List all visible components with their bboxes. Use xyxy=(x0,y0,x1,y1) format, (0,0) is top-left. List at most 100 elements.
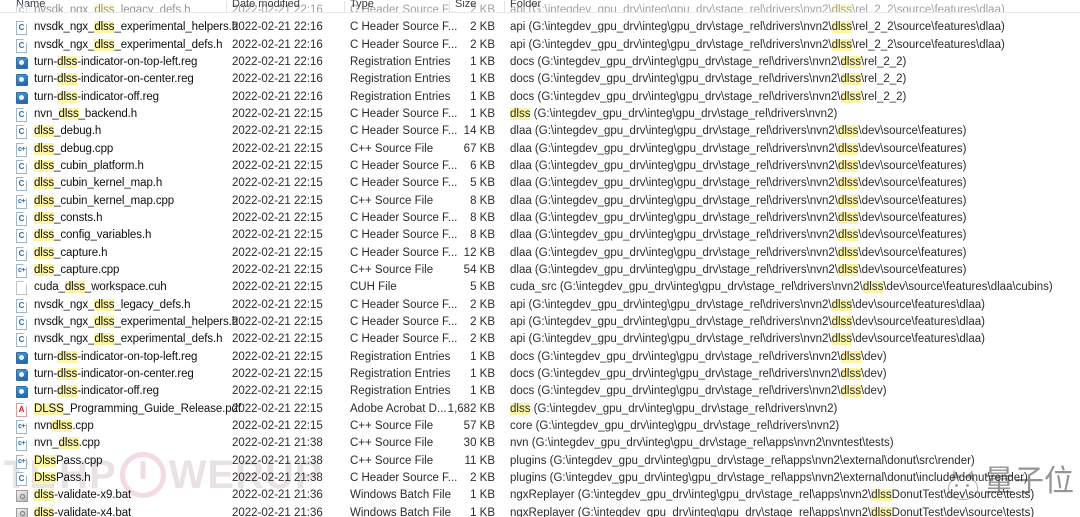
table-row[interactable]: Cnvn_dlss_backend.h 2022-02-21 22:15 C Hea… xyxy=(0,106,1080,123)
folder-path-cell[interactable]: docs (G:\integdev_gpu_drv\integ\gpu_drv\… xyxy=(510,350,887,363)
date-modified-cell: 2022-02-21 22:16 xyxy=(232,90,323,103)
file-name-cell[interactable]: dlss_capture.cpp xyxy=(34,263,119,276)
folder-path-cell[interactable]: nvn (G:\integdev_gpu_drv\integ\gpu_drv\s… xyxy=(510,437,894,449)
file-name-cell[interactable]: DLSS_Programming_Guide_Release.pdf xyxy=(34,402,241,415)
table-row[interactable]: Cnvsdk_ngx_dlss_experimental_defs.h 2022-… xyxy=(0,331,1080,348)
file-name-cell[interactable]: dlss_cubin_platform.h xyxy=(34,159,144,172)
file-name-cell[interactable]: nvsdk_ngx_dlss_experimental_defs.h xyxy=(34,333,223,346)
file-size-cell: 2 KB xyxy=(470,315,495,328)
table-row[interactable]: C DlssPass.h 2022-02-21 21:38 C Header Sour… xyxy=(0,470,1080,487)
folder-path-cell[interactable]: ngxReplayer (G:\integdev_gpu_drv\integ\g… xyxy=(510,489,1034,502)
table-row[interactable]: turn-dlss-indicator-off.reg 2022-02-21 22… xyxy=(0,383,1080,400)
table-row[interactable]: Cdlss_debug.h 2022-02-21 22:15 C Header So… xyxy=(0,123,1080,140)
file-name-cell[interactable]: dlss-validate-x4.bat xyxy=(34,506,131,517)
file-name-cell[interactable]: DlssPass.h xyxy=(34,471,91,484)
file-name-cell[interactable]: dlss_debug.h xyxy=(34,125,101,138)
folder-path-cell[interactable]: dlaa (G:\integdev_gpu_drv\integ\gpu_drv\… xyxy=(510,177,966,190)
date-modified-cell: 2022-02-21 22:16 xyxy=(232,4,323,16)
folder-path-cell[interactable]: docs (G:\integdev_gpu_drv\integ\gpu_drv\… xyxy=(510,73,906,86)
folder-path-cell[interactable]: dlaa (G:\integdev_gpu_drv\integ\gpu_drv\… xyxy=(510,159,966,172)
folder-path-cell[interactable]: docs (G:\integdev_gpu_drv\integ\gpu_drv\… xyxy=(510,90,906,103)
table-row[interactable]: turn-dlss-indicator-on-top-left.reg 2022-… xyxy=(0,54,1080,71)
file-name-cell[interactable]: turn-dlss-indicator-on-center.reg xyxy=(34,367,194,380)
table-row[interactable]: Cdlss_config_variables.h 2022-02-21 22:15… xyxy=(0,227,1080,244)
folder-path-cell[interactable]: dlaa (G:\integdev_gpu_drv\integ\gpu_drv\… xyxy=(510,125,966,138)
folder-path-cell[interactable]: api (G:\integdev_gpu_drv\integ\gpu_drv\s… xyxy=(510,38,1005,51)
folder-path-cell[interactable]: docs (G:\integdev_gpu_drv\integ\gpu_drv\… xyxy=(510,385,887,398)
table-row[interactable]: dlss-validate-x4.bat 2022-02-21 21:36 Wind… xyxy=(0,505,1080,517)
file-name-cell[interactable]: dlss-validate-x9.bat xyxy=(34,489,131,502)
table-row[interactable]: Cdlss_cubin_platform.h 2022-02-21 22:15 C … xyxy=(0,158,1080,175)
file-name-cell[interactable]: turn-dlss-indicator-off.reg xyxy=(34,90,159,103)
file-name-cell[interactable]: dlss_cubin_kernel_map.cpp xyxy=(34,194,174,207)
table-row[interactable]: c+ nvndlss.cpp 2022-02-21 22:15 C++ Source … xyxy=(0,418,1080,435)
table-row[interactable]: c+ dlss_capture.cpp 2022-02-21 22:15 C++ So… xyxy=(0,262,1080,279)
table-row[interactable]: turn-dlss-indicator-off.reg 2022-02-21 22… xyxy=(0,89,1080,106)
folder-path-cell[interactable]: api (G:\integdev_gpu_drv\integ\gpu_drv\s… xyxy=(510,21,1005,34)
table-row[interactable]: c+ dlss_debug.cpp 2022-02-21 22:15 C++ Sour… xyxy=(0,141,1080,158)
folder-path-cell[interactable]: api (G:\integdev_gpu_drv\integ\gpu_drv\s… xyxy=(510,315,985,328)
folder-path-cell[interactable]: docs (G:\integdev_gpu_drv\integ\gpu_drv\… xyxy=(510,367,887,380)
file-name-cell[interactable]: dlss_consts.h xyxy=(34,211,102,224)
file-name-cell[interactable]: dlss_debug.cpp xyxy=(34,142,113,155)
file-name-cell[interactable]: nvsdk_ngx_dlss_experimental_helpers.h xyxy=(34,21,238,34)
file-name-cell[interactable]: cuda_dlss_workspace.cuh xyxy=(34,281,167,294)
file-name-cell[interactable]: turn-dlss-indicator-on-center.reg xyxy=(34,73,194,86)
table-row[interactable]: Cnvsdk_ngx_dlss_legacy_defs.h 2022-02-21 … xyxy=(0,2,1080,16)
file-name-cell[interactable]: nvsdk_ngx_dlss_experimental_helpers.h xyxy=(34,315,238,328)
folder-path-cell[interactable]: dlaa (G:\integdev_gpu_drv\integ\gpu_drv\… xyxy=(510,263,966,276)
file-name-cell[interactable]: turn-dlss-indicator-off.reg xyxy=(34,385,159,398)
folder-path-cell[interactable]: plugins (G:\integdev_gpu_drv\integ\gpu_d… xyxy=(510,472,1028,484)
table-row[interactable]: Cnvsdk_ngx_dlss_experimental_helpers.h 20… xyxy=(0,19,1080,36)
folder-path-cell[interactable]: dlss (G:\integdev_gpu_drv\integ\gpu_drv\… xyxy=(510,107,837,120)
c-header-file-icon: C xyxy=(16,177,29,192)
folder-path-cell[interactable]: cuda_src (G:\integdev_gpu_drv\integ\gpu_… xyxy=(510,281,1053,294)
file-size-cell: 1,682 KB xyxy=(447,402,495,415)
table-row[interactable]: dlss-validate-x9.bat 2022-02-21 21:36 Wind… xyxy=(0,487,1080,504)
table-row[interactable]: Cdlss_cubin_kernel_map.h 2022-02-21 22:15… xyxy=(0,175,1080,192)
table-row[interactable]: turn-dlss-indicator-on-top-left.reg 2022-… xyxy=(0,349,1080,366)
file-name-cell[interactable]: nvsdk_ngx_dlss_legacy_defs.h xyxy=(34,298,191,311)
table-row[interactable]: Cnvsdk_ngx_dlss_experimental_defs.h 2022-… xyxy=(0,37,1080,54)
table-row[interactable]: c+ DlssPass.cpp 2022-02-21 21:38 C++ Source… xyxy=(0,453,1080,470)
table-row[interactable]: A DLSS_Programming_Guide_Release.pdf 2022-… xyxy=(0,401,1080,418)
folder-path-cell[interactable]: api (G:\integdev_gpu_drv\integ\gpu_drv\s… xyxy=(510,298,985,311)
file-name-cell[interactable]: nvn_dlss.cpp xyxy=(34,437,100,450)
folder-path-cell[interactable]: dlaa (G:\integdev_gpu_drv\integ\gpu_drv\… xyxy=(510,142,966,155)
file-name-cell[interactable]: turn-dlss-indicator-on-top-left.reg xyxy=(34,350,197,363)
table-row[interactable]: turn-dlss-indicator-on-center.reg 2022-02… xyxy=(0,71,1080,88)
folder-path-cell[interactable]: ngxReplayer (G:\integdev_gpu_drv\integ\g… xyxy=(510,506,1034,517)
file-name-cell[interactable]: dlss_cubin_kernel_map.h xyxy=(34,177,162,190)
folder-path-cell[interactable]: dlaa (G:\integdev_gpu_drv\integ\gpu_drv\… xyxy=(510,211,966,224)
folder-path-cell[interactable]: api (G:\integdev_gpu_drv\integ\gpu_drv\s… xyxy=(510,333,985,346)
folder-path-cell[interactable]: dlaa (G:\integdev_gpu_drv\integ\gpu_drv\… xyxy=(510,246,966,259)
file-name-cell[interactable]: nvndlss.cpp xyxy=(34,419,94,432)
date-modified-cell: 2022-02-21 21:38 xyxy=(232,471,323,484)
table-row[interactable]: Cdlss_consts.h 2022-02-21 22:15 C Header S… xyxy=(0,210,1080,227)
table-row[interactable]: Cnvsdk_ngx_dlss_experimental_helpers.h 20… xyxy=(0,314,1080,331)
folder-path-cell[interactable]: dlaa (G:\integdev_gpu_drv\integ\gpu_drv\… xyxy=(510,194,966,207)
file-name-cell[interactable]: nvsdk_ngx_dlss_experimental_defs.h xyxy=(34,38,223,51)
table-row[interactable]: Cdlss_capture.h 2022-02-21 22:15 C Header … xyxy=(0,245,1080,262)
folder-path-cell[interactable]: dlaa (G:\integdev_gpu_drv\integ\gpu_drv\… xyxy=(510,229,966,242)
folder-path-cell[interactable]: docs (G:\integdev_gpu_drv\integ\gpu_drv\… xyxy=(510,55,906,68)
date-modified-cell: 2022-02-21 22:16 xyxy=(232,55,323,68)
file-name-cell[interactable]: nvn_dlss_backend.h xyxy=(34,107,137,120)
table-row[interactable]: turn-dlss-indicator-on-center.reg 2022-02… xyxy=(0,366,1080,383)
table-row[interactable]: c+ nvn_dlss.cpp 2022-02-21 21:38 C++ Source… xyxy=(0,435,1080,452)
file-name-cell[interactable]: DlssPass.cpp xyxy=(34,454,103,467)
file-name-cell[interactable]: dlss_config_variables.h xyxy=(34,229,151,242)
table-row[interactable]: Cnvsdk_ngx_dlss_legacy_defs.h 2022-02-21 … xyxy=(0,297,1080,314)
folder-path-cell[interactable]: core (G:\integdev_gpu_drv\integ\gpu_drv\… xyxy=(510,420,839,432)
date-modified-cell: 2022-02-21 22:15 xyxy=(232,142,323,155)
date-modified-cell: 2022-02-21 22:15 xyxy=(232,194,323,207)
file-name-cell[interactable]: turn-dlss-indicator-on-top-left.reg xyxy=(34,55,197,68)
folder-path-cell[interactable]: plugins (G:\integdev_gpu_drv\integ\gpu_d… xyxy=(510,455,975,467)
file-name-cell[interactable]: nvsdk_ngx_dlss_legacy_defs.h xyxy=(34,4,191,12)
table-row[interactable]: cuda_dlss_workspace.cuh 2022-02-21 22:15 C… xyxy=(0,279,1080,296)
folder-path-cell[interactable]: dlss (G:\integdev_gpu_drv\integ\gpu_drv\… xyxy=(510,402,837,415)
file-name-cell[interactable]: dlss_capture.h xyxy=(34,246,108,259)
folder-path-cell[interactable]: api (G:\integdev_gpu_drv\integ\gpu_drv\s… xyxy=(510,4,1005,12)
table-row[interactable]: c+ dlss_cubin_kernel_map.cpp 2022-02-21 22… xyxy=(0,193,1080,210)
file-size-cell: 1 KB xyxy=(470,506,495,517)
